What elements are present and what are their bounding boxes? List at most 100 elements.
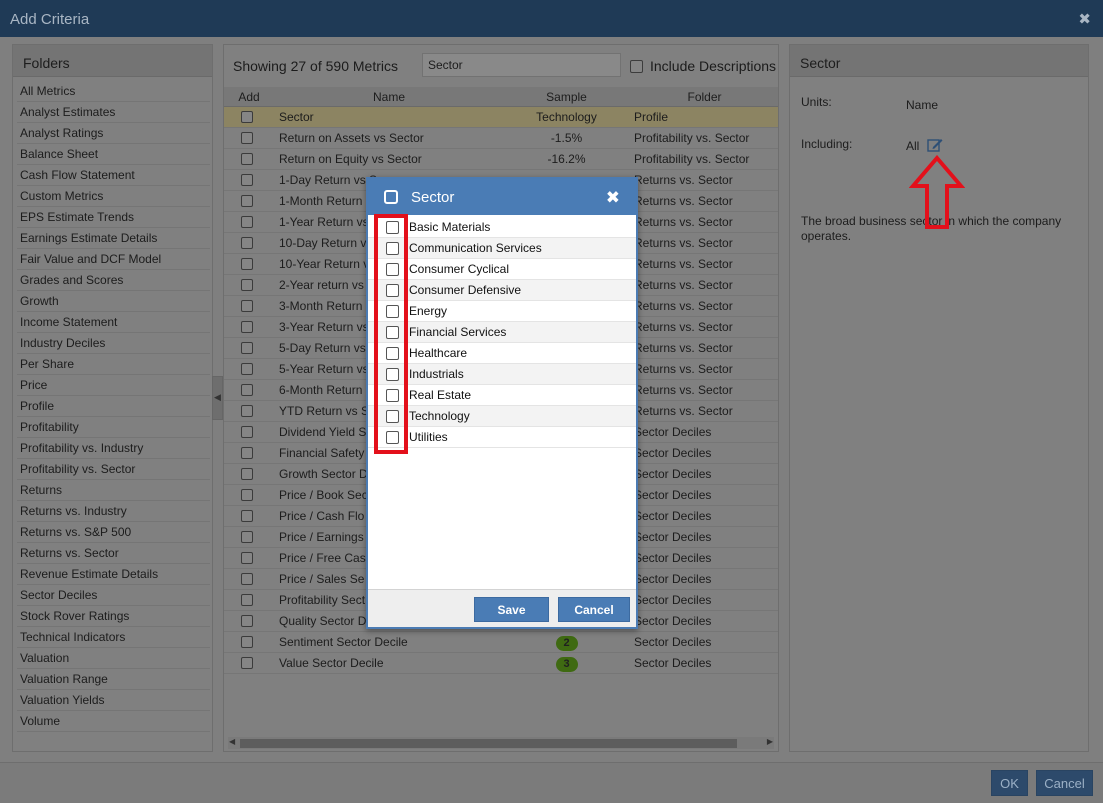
add-metric-checkbox[interactable] xyxy=(241,279,253,291)
folder-item[interactable]: Returns xyxy=(17,480,210,501)
ok-button[interactable]: OK xyxy=(991,770,1028,796)
folder-item[interactable]: Profitability vs. Industry xyxy=(17,438,210,459)
scrollbar-thumb[interactable] xyxy=(240,739,737,748)
add-metric-checkbox[interactable] xyxy=(241,573,253,585)
folder-item[interactable]: Returns vs. S&P 500 xyxy=(17,522,210,543)
folder-item[interactable]: Valuation xyxy=(17,648,210,669)
table-row[interactable]: Value Sector Decile 3 Sector Deciles xyxy=(224,653,778,674)
collapse-folders-handle[interactable]: ◀ xyxy=(212,376,223,420)
sector-option[interactable]: Communication Services xyxy=(368,238,636,259)
folder-item[interactable]: Per Share xyxy=(17,354,210,375)
table-row[interactable]: Return on Equity vs Sector -16.2% Profitab… xyxy=(224,149,778,170)
folder-item[interactable]: Profitability xyxy=(17,417,210,438)
folder-item[interactable]: Cash Flow Statement xyxy=(17,165,210,186)
folder-item[interactable]: Price xyxy=(17,375,210,396)
add-metric-checkbox[interactable] xyxy=(241,405,253,417)
folder-item[interactable]: Volume xyxy=(17,711,210,732)
edit-icon[interactable] xyxy=(927,138,943,152)
modal-cancel-button[interactable]: Cancel xyxy=(558,597,630,622)
add-metric-checkbox[interactable] xyxy=(241,363,253,375)
add-metric-checkbox[interactable] xyxy=(241,342,253,354)
metric-folder: Returns vs. Sector xyxy=(634,236,733,250)
add-metric-checkbox[interactable] xyxy=(241,615,253,627)
folder-item[interactable]: Industry Deciles xyxy=(17,333,210,354)
column-name[interactable]: Name xyxy=(274,90,504,104)
folder-item[interactable]: Analyst Estimates xyxy=(17,102,210,123)
column-add[interactable]: Add xyxy=(224,90,274,104)
add-metric-checkbox[interactable] xyxy=(241,510,253,522)
table-row[interactable]: Sentiment Sector Decile 2 Sector Deciles xyxy=(224,632,778,653)
add-metric-checkbox[interactable] xyxy=(241,447,253,459)
folder-item[interactable]: Profile xyxy=(17,396,210,417)
add-metric-checkbox[interactable] xyxy=(241,636,253,648)
sector-option[interactable]: Consumer Defensive xyxy=(368,280,636,301)
sector-option[interactable]: Industrials xyxy=(368,364,636,385)
save-button[interactable]: Save xyxy=(474,597,549,622)
add-metric-checkbox[interactable] xyxy=(241,426,253,438)
sector-option[interactable]: Healthcare xyxy=(368,343,636,364)
folder-item[interactable]: Valuation Yields xyxy=(17,690,210,711)
table-row[interactable]: Return on Assets vs Sector -1.5% Profitabi… xyxy=(224,128,778,149)
folder-item[interactable]: Technical Indicators xyxy=(17,627,210,648)
folder-item[interactable]: Valuation Range xyxy=(17,669,210,690)
scroll-left-icon[interactable]: ◀ xyxy=(229,737,235,746)
add-metric-checkbox[interactable] xyxy=(241,153,253,165)
add-metric-checkbox[interactable] xyxy=(241,552,253,564)
table-row[interactable]: Sector Technology Profile xyxy=(224,107,778,128)
sector-option[interactable]: Energy xyxy=(368,301,636,322)
folder-item[interactable]: Analyst Ratings xyxy=(17,123,210,144)
sector-option[interactable]: Basic Materials xyxy=(368,217,636,238)
sector-option[interactable]: Consumer Cyclical xyxy=(368,259,636,280)
scroll-right-icon[interactable]: ▶ xyxy=(767,737,773,746)
footer-cancel-button[interactable]: Cancel xyxy=(1036,770,1093,796)
folder-item[interactable]: Profitability vs. Sector xyxy=(17,459,210,480)
folder-item[interactable]: Earnings Estimate Details xyxy=(17,228,210,249)
add-metric-checkbox[interactable] xyxy=(241,531,253,543)
folder-item[interactable]: Fair Value and DCF Model xyxy=(17,249,210,270)
add-metric-checkbox[interactable] xyxy=(241,132,253,144)
add-metric-checkbox[interactable] xyxy=(241,594,253,606)
add-metric-checkbox[interactable] xyxy=(241,111,253,123)
folder-item[interactable]: Grades and Scores xyxy=(17,270,210,291)
folder-item[interactable]: Custom Metrics xyxy=(17,186,210,207)
add-metric-checkbox[interactable] xyxy=(241,384,253,396)
folder-item[interactable]: Returns vs. Industry xyxy=(17,501,210,522)
add-metric-checkbox[interactable] xyxy=(241,237,253,249)
add-metric-checkbox[interactable] xyxy=(241,174,253,186)
folder-item[interactable]: Stock Rover Ratings xyxy=(17,606,210,627)
folder-item[interactable]: Sector Deciles xyxy=(17,585,210,606)
horizontal-scrollbar[interactable]: ◀ ▶ xyxy=(228,737,774,749)
metric-folder: Profile xyxy=(634,110,669,124)
add-metric-checkbox[interactable] xyxy=(241,258,253,270)
add-metric-checkbox[interactable] xyxy=(241,489,253,501)
metric-name: 1-Month Return xyxy=(279,194,363,208)
modal-close-icon[interactable]: ✖ xyxy=(606,188,620,208)
sector-option[interactable]: Financial Services xyxy=(368,322,636,343)
sector-option[interactable]: Technology xyxy=(368,406,636,427)
select-all-checkbox[interactable] xyxy=(384,190,398,204)
folder-item[interactable]: Revenue Estimate Details xyxy=(17,564,210,585)
sector-option-label: Consumer Defensive xyxy=(409,283,522,297)
add-metric-checkbox[interactable] xyxy=(241,300,253,312)
folder-item[interactable]: Returns vs. Sector xyxy=(17,543,210,564)
add-metric-checkbox[interactable] xyxy=(241,195,253,207)
sector-option[interactable]: Utilities xyxy=(368,427,636,448)
add-metric-checkbox[interactable] xyxy=(241,657,253,669)
sector-option[interactable]: Real Estate xyxy=(368,385,636,406)
window-close-icon[interactable]: ✖ xyxy=(1078,10,1091,28)
folder-item[interactable]: Balance Sheet xyxy=(17,144,210,165)
add-metric-checkbox[interactable] xyxy=(241,216,253,228)
folder-item[interactable]: Income Statement xyxy=(17,312,210,333)
metric-search-input[interactable]: Sector xyxy=(422,53,621,77)
folder-item[interactable]: EPS Estimate Trends xyxy=(17,207,210,228)
add-metric-checkbox[interactable] xyxy=(241,468,253,480)
include-descriptions-checkbox[interactable] xyxy=(630,60,643,73)
folder-item[interactable]: Growth xyxy=(17,291,210,312)
metric-name: Dividend Yield S xyxy=(279,425,367,439)
folder-item[interactable]: All Metrics xyxy=(17,81,210,102)
column-sample[interactable]: Sample xyxy=(504,90,629,104)
add-metric-checkbox[interactable] xyxy=(241,321,253,333)
modal-header: Sector ✖ xyxy=(368,179,636,215)
include-descriptions-toggle[interactable]: Include Descriptions xyxy=(630,58,776,74)
column-folder[interactable]: Folder xyxy=(629,90,780,104)
